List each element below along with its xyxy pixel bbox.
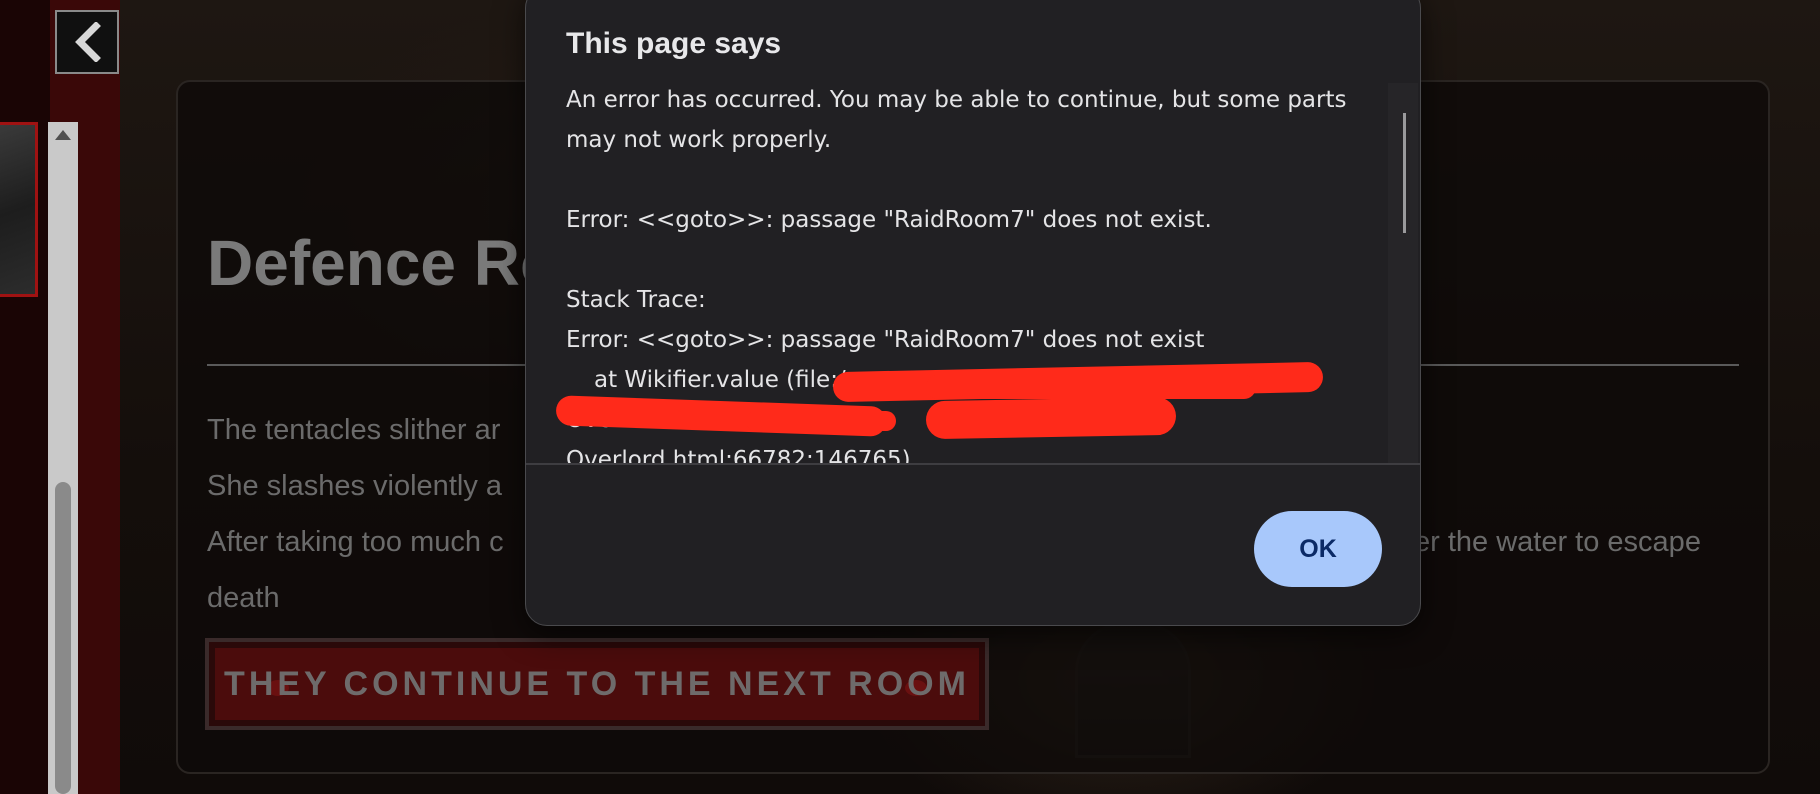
message-line: Error: <<goto>>: passage "RaidRoom7" doe… [566, 327, 1205, 353]
passage-line: The tentacles slither ar [207, 414, 501, 446]
passage-line: She slashes violently a [207, 470, 502, 502]
passage-line-end: er the water to escape [1414, 526, 1701, 558]
sidebar-scrollbar[interactable] [48, 122, 78, 794]
message-line: Overlord.html:66782:146765) [566, 447, 911, 463]
continue-button-label: THEY CONTINUE TO THE NEXT ROOM [224, 664, 970, 703]
scroll-up-arrow-icon[interactable] [55, 130, 71, 140]
dialog-message[interactable]: An error has occurred. You may be able t… [526, 83, 1420, 463]
dialog-scrollbar-thumb[interactable] [1403, 113, 1406, 233]
alert-dialog: This page says An error has occurred. Yo… [525, 0, 1421, 626]
passage-line: death [207, 582, 280, 614]
dialog-divider [526, 463, 1420, 465]
continue-next-room-button[interactable]: THEY CONTINUE TO THE NEXT ROOM [205, 638, 989, 730]
message-line: An error has occurred. You may be able t… [566, 87, 1347, 113]
message-line: Error: <<goto>>: passage "RaidRoom7" doe… [566, 207, 1212, 233]
back-button[interactable] [55, 10, 119, 74]
character-portrait[interactable] [0, 122, 38, 297]
message-line: at Wikifier.value (file:/ [594, 367, 846, 393]
redaction-mark [925, 396, 1177, 440]
redaction-mark [746, 411, 896, 431]
chevron-left-icon [75, 22, 101, 62]
dialog-title: This page says [566, 27, 782, 60]
passage-line: After taking too much c [207, 526, 504, 558]
message-line: Stack Trace: [566, 287, 706, 313]
redaction-mark [926, 375, 1256, 399]
ok-button[interactable]: OK [1254, 511, 1382, 587]
message-line: may not work properly. [566, 127, 832, 153]
passage-title: Defence Ro [207, 227, 560, 299]
scrollbar-thumb[interactable] [55, 482, 71, 794]
